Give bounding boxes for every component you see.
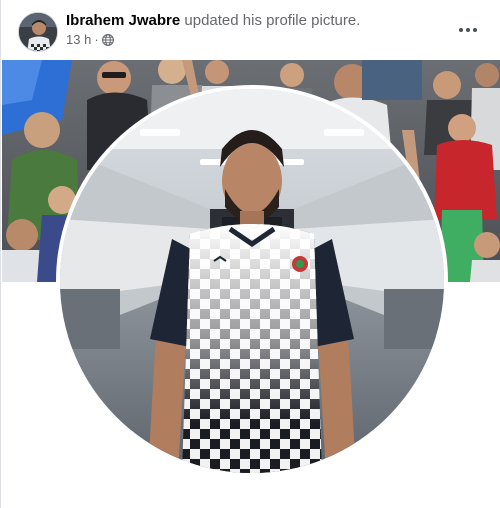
avatar-image <box>19 13 57 51</box>
post-meta: 13 h · <box>66 32 114 47</box>
author-name[interactable]: Ibrahem Jwabre <box>66 12 180 29</box>
profile-picture[interactable] <box>56 85 448 477</box>
post-action-text: updated his profile picture. <box>184 12 361 29</box>
more-options-icon <box>459 28 463 32</box>
post-title-line: Ibrahem Jwabre updated his profile pictu… <box>66 12 360 29</box>
globe-icon[interactable] <box>101 33 114 46</box>
profile-picture-footballer <box>60 89 444 473</box>
author-avatar[interactable] <box>18 12 58 52</box>
post-timestamp[interactable]: 13 h <box>66 32 91 47</box>
more-options-button[interactable] <box>454 18 482 42</box>
post-header: Ibrahem Jwabre updated his profile pictu… <box>1 0 500 60</box>
post-card: Ibrahem Jwabre updated his profile pictu… <box>0 0 500 508</box>
meta-separator: · <box>94 32 99 47</box>
more-options-dot <box>466 28 470 32</box>
more-options-dot <box>473 28 477 32</box>
